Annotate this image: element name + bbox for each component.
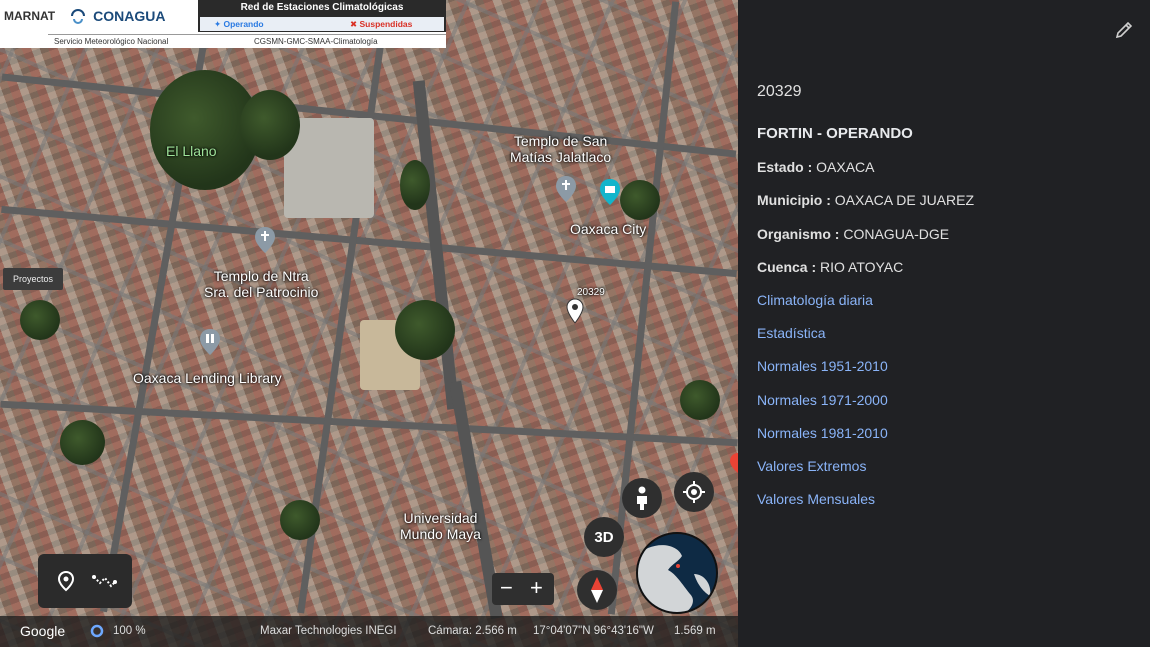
zoom-control: − + xyxy=(492,573,554,605)
marnat-logo-text: MARNAT xyxy=(4,9,56,23)
pegman-icon xyxy=(637,486,647,510)
municipio-label: Municipio : xyxy=(757,192,835,208)
church-pin-icon[interactable] xyxy=(254,226,276,254)
compass-button[interactable] xyxy=(577,570,617,610)
organismo-value: CONAGUA-DGE xyxy=(843,226,950,242)
station-pin-icon[interactable] xyxy=(565,298,585,324)
load-percent: 100 % xyxy=(113,625,146,637)
camera-altitude: Cámara: 2.566 m xyxy=(428,625,517,637)
legend-suspended: Suspendidas xyxy=(359,19,413,29)
link-valores-extremos[interactable]: Valores Extremos xyxy=(757,458,866,474)
map-label-el-llano: El Llano xyxy=(166,143,217,159)
elevation: 1.569 m xyxy=(674,625,716,637)
globe-minimap[interactable] xyxy=(636,532,718,614)
estado-label: Estado : xyxy=(757,159,817,175)
banner-footer: Servicio Meteorológico Nacional CGSMN-GM… xyxy=(48,34,446,48)
status-bar: Google 100 % Maxar Technologies INEGI Cá… xyxy=(0,616,738,647)
service-name: Servicio Meteorológico Nacional xyxy=(54,37,169,46)
3d-button[interactable]: 3D xyxy=(584,517,624,557)
organismo-label: Organismo : xyxy=(757,226,844,242)
map-label-oaxaca-city: Oaxaca City xyxy=(570,221,647,237)
field-municipio: Municipio : OAXACA DE JUAREZ xyxy=(757,192,974,208)
link-valores-mensuales[interactable]: Valores Mensuales xyxy=(757,491,875,507)
zoom-out-button[interactable]: − xyxy=(500,575,513,601)
conagua-logo-text: CONAGUA xyxy=(93,8,166,24)
satellite-map[interactable]: El Llano Templo de San Matías Jalatlaco … xyxy=(0,0,738,647)
link-normales-1951-2010[interactable]: Normales 1951-2010 xyxy=(757,358,888,374)
field-estado: Estado : OAXACA xyxy=(757,159,874,175)
link-normales-1971-2000[interactable]: Normales 1971-2000 xyxy=(757,392,888,408)
agency-logos: MARNAT CONAGUA xyxy=(0,0,196,32)
link-climatologia-diaria[interactable]: Climatología diaria xyxy=(757,292,873,308)
crosshair-icon xyxy=(683,481,705,503)
cuenca-value: RIO ATOYAC xyxy=(820,259,904,275)
field-organismo: Organismo : CONAGUA-DGE xyxy=(757,226,949,242)
coordinates: 17°04'07"N 96°43'16"W xyxy=(533,625,654,637)
station-name: FORTIN - OPERANDO xyxy=(757,125,913,142)
loading-ring-icon xyxy=(90,624,104,641)
museum-pin-icon[interactable] xyxy=(599,178,621,206)
attribution: Maxar Technologies INEGI xyxy=(260,625,397,637)
globe-icon xyxy=(638,545,711,612)
field-cuenca: Cuenca : RIO ATOYAC xyxy=(757,259,903,275)
station-info-panel: 20329 FORTIN - OPERANDO Estado : OAXACA … xyxy=(738,0,1150,647)
projects-button[interactable]: Proyectos xyxy=(3,268,63,290)
map-label-templo-san-matias: Templo de San Matías Jalatlaco xyxy=(510,133,612,165)
legend-operating: Operando xyxy=(223,19,264,29)
network-title: Red de Estaciones Climatológicas xyxy=(240,2,404,13)
station-id: 20329 xyxy=(757,83,802,100)
department-name: CGSMN-GMC-SMAA-Climatología xyxy=(254,37,378,46)
station-legend: ✦ Operando ✖ Suspendidas xyxy=(200,17,444,31)
map-label-lending-library: Oaxaca Lending Library xyxy=(133,370,282,386)
climatology-banner: MARNAT CONAGUA Red de Estaciones Climato… xyxy=(0,0,446,48)
library-pin-icon[interactable] xyxy=(199,328,221,356)
estado-value: OAXACA xyxy=(816,159,875,175)
draw-path-icon[interactable] xyxy=(90,567,118,595)
link-estadistica[interactable]: Estadística xyxy=(757,325,825,341)
street-view-button[interactable] xyxy=(622,478,662,518)
compass-icon xyxy=(591,577,603,603)
zoom-in-button[interactable]: + xyxy=(530,575,543,601)
google-logo: Google xyxy=(20,623,66,639)
cuenca-label: Cuenca : xyxy=(757,259,821,275)
map-label-universidad: Universidad Mundo Maya xyxy=(400,510,481,542)
partial-pin-icon[interactable] xyxy=(730,452,738,474)
map-label-templo-patrocinio: Templo de Ntra Sra. del Patrocinio xyxy=(204,268,319,300)
municipio-value: OAXACA DE JUAREZ xyxy=(834,192,975,208)
conagua-logo-icon xyxy=(71,9,86,24)
edit-pencil-icon[interactable] xyxy=(1114,20,1134,40)
church-pin-icon[interactable] xyxy=(555,175,577,203)
add-placemark-icon[interactable] xyxy=(52,567,80,595)
network-legend-box: Red de Estaciones Climatológicas ✦ Opera… xyxy=(198,0,446,32)
link-normales-1981-2010[interactable]: Normales 1981-2010 xyxy=(757,425,888,441)
my-location-button[interactable] xyxy=(674,472,714,512)
map-tools xyxy=(38,554,132,608)
